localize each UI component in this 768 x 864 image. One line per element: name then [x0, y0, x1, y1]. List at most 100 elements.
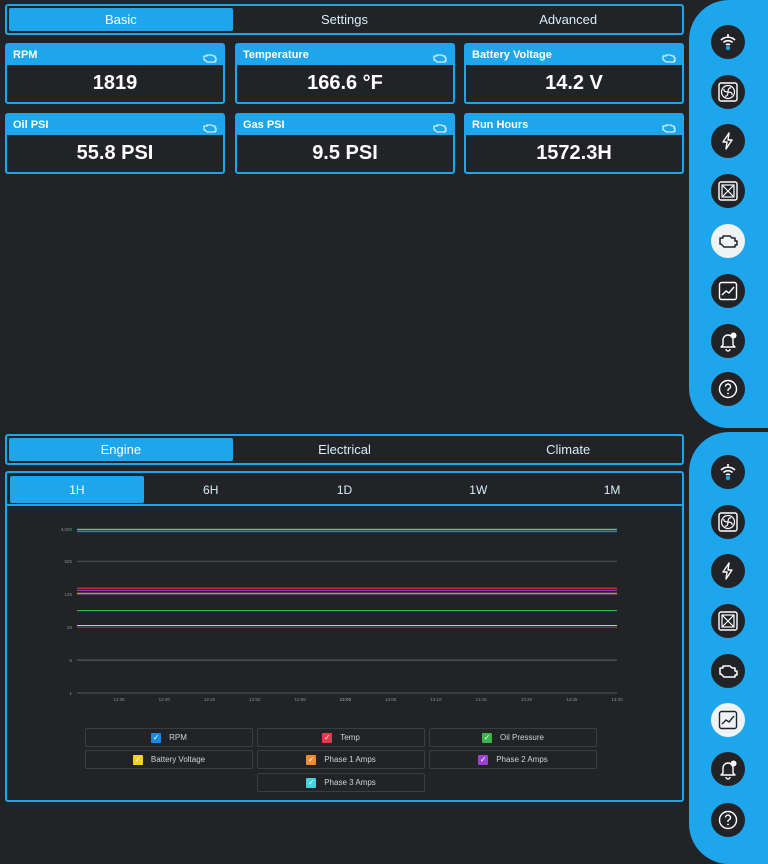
card-value: 166.6 °F [307, 72, 383, 94]
sidebar-button-radiator[interactable] [711, 174, 745, 208]
sidebar-button-fan[interactable] [711, 505, 745, 539]
card-header: RPM [7, 45, 223, 65]
card-label: Temperature [243, 49, 309, 61]
tab-advanced[interactable]: Advanced [456, 8, 680, 31]
sidebar-button-chart[interactable] [711, 274, 745, 308]
sidebar-button-signal[interactable] [711, 455, 745, 489]
tab-engine[interactable]: Engine [9, 438, 233, 461]
help-icon [717, 809, 739, 831]
checkbox-checked-icon[interactable]: ✓ [306, 777, 317, 788]
legend-item-oil-pressure[interactable]: ✓ Oil Pressure [429, 728, 597, 747]
metric-card-gas-psi: Gas PSI 9.5 PSI [235, 113, 455, 174]
signal-icon [717, 461, 739, 483]
x-tick-label: 13:00 [340, 697, 352, 702]
legend-item-rpm[interactable]: ✓ RPM [85, 728, 253, 747]
checkbox-checked-icon[interactable]: ✓ [481, 732, 492, 743]
card-header: Temperature [237, 45, 453, 65]
engine-icon[interactable] [433, 120, 447, 133]
x-tick-label: 13:30 [611, 697, 623, 702]
sidebar-button-engine[interactable] [711, 654, 745, 688]
sidebar-bottom [689, 432, 768, 864]
x-tick-label: 13:10 [430, 697, 442, 702]
chart-panel: 1H 6H 1D 1W 1M 3,000 625 125 25 5 1 12:35 12:40… [5, 471, 684, 802]
y-tick-label: 25 [67, 625, 73, 630]
time-range-selector: 1H 6H 1D 1W 1M [10, 476, 679, 503]
checkbox-checked-icon[interactable]: ✓ [132, 754, 143, 765]
sidebar-button-help[interactable] [711, 372, 745, 406]
tab-electrical[interactable]: Electrical [233, 438, 457, 461]
tab-climate[interactable]: Climate [456, 438, 680, 461]
sidebar-button-signal[interactable] [711, 25, 745, 59]
card-value: 1819 [92, 72, 138, 94]
legend-item-phase-2-amps[interactable]: ✓ Phase 2 Amps [429, 750, 597, 769]
engine-icon[interactable] [203, 50, 217, 63]
signal-icon [717, 31, 739, 53]
tab-basic[interactable]: Basic [9, 8, 233, 31]
x-tick-label: 12:40 [159, 697, 171, 702]
x-tick-label: 12:55 [294, 697, 306, 702]
tab-settings[interactable]: Settings [233, 8, 457, 31]
sidebar-button-lightning[interactable] [711, 554, 745, 588]
sidebar-button-radiator[interactable] [711, 604, 745, 638]
x-tick-label: 12:45 [204, 697, 216, 702]
sidebar-button-chart[interactable] [711, 703, 745, 737]
section-tab-bar: Engine Electrical Climate [5, 434, 684, 465]
card-header: Run Hours [466, 115, 682, 135]
line-chart: 3,000 625 125 25 5 1 12:35 12:40 12:45 12:50 12:55… [61, 527, 623, 702]
x-tick-label: 13:15 [476, 697, 488, 702]
radiator-icon [717, 610, 739, 632]
range-1w[interactable]: 1W [411, 476, 545, 503]
engine-icon[interactable] [203, 120, 217, 133]
sidebar-button-engine[interactable] [711, 224, 745, 258]
card-label: Battery Voltage [472, 49, 552, 61]
sidebar-button-bell[interactable] [711, 324, 745, 358]
legend-label: Battery Voltage [150, 755, 206, 764]
sidebar-top [689, 0, 768, 428]
engine-icon [717, 230, 739, 252]
card-value: 9.5 PSI [312, 142, 378, 164]
y-tick-label: 625 [64, 559, 72, 564]
x-tick-label: 13:20 [521, 697, 533, 702]
engine-icon[interactable] [433, 50, 447, 63]
engine-icon [717, 660, 739, 682]
x-tick-label: 13:25 [566, 697, 578, 702]
engine-icon[interactable] [662, 50, 676, 63]
legend-label: Temp [340, 733, 360, 742]
top-tab-bar: Basic Settings Advanced [5, 4, 684, 35]
range-1m[interactable]: 1M [545, 476, 679, 503]
legend-item-phase-3-amps[interactable]: ✓ Phase 3 Amps [257, 773, 425, 792]
sidebar-button-help[interactable] [711, 803, 745, 837]
metric-card-oil-psi: Oil PSI 55.8 PSI [5, 113, 225, 174]
bell-icon [717, 758, 739, 780]
x-tick-label: 13:05 [385, 697, 397, 702]
legend-item-phase-1-amps[interactable]: ✓ Phase 1 Amps [257, 750, 425, 769]
checkbox-checked-icon[interactable]: ✓ [306, 754, 317, 765]
card-label: Oil PSI [13, 119, 49, 131]
engine-icon[interactable] [662, 120, 676, 133]
sidebar-button-lightning[interactable] [711, 124, 745, 158]
checkbox-checked-icon[interactable]: ✓ [151, 732, 162, 743]
x-tick-label: 12:35 [113, 697, 125, 702]
legend-item-temp[interactable]: ✓ Temp [257, 728, 425, 747]
y-tick-label: 5 [69, 658, 72, 663]
range-1h[interactable]: 1H [10, 476, 144, 503]
legend-label: Oil Pressure [499, 733, 544, 742]
metric-card-run-hours: Run Hours 1572.3H [464, 113, 684, 174]
range-6h[interactable]: 6H [144, 476, 278, 503]
range-divider [7, 504, 682, 506]
checkbox-checked-icon[interactable]: ✓ [322, 732, 333, 743]
lightning-icon [717, 560, 739, 582]
card-value: 55.8 PSI [76, 142, 154, 164]
range-1d[interactable]: 1D [278, 476, 412, 503]
card-header: Battery Voltage [466, 45, 682, 65]
checkbox-checked-icon[interactable]: ✓ [478, 754, 489, 765]
legend-label: Phase 3 Amps [324, 778, 376, 787]
card-header: Oil PSI [7, 115, 223, 135]
help-icon [717, 378, 739, 400]
fan-icon [717, 81, 739, 103]
legend-label: Phase 2 Amps [496, 755, 548, 764]
sidebar-button-bell[interactable] [711, 752, 745, 786]
sidebar-button-fan[interactable] [711, 75, 745, 109]
y-tick-label: 125 [64, 592, 72, 597]
legend-item-battery-voltage[interactable]: ✓ Battery Voltage [85, 750, 253, 769]
